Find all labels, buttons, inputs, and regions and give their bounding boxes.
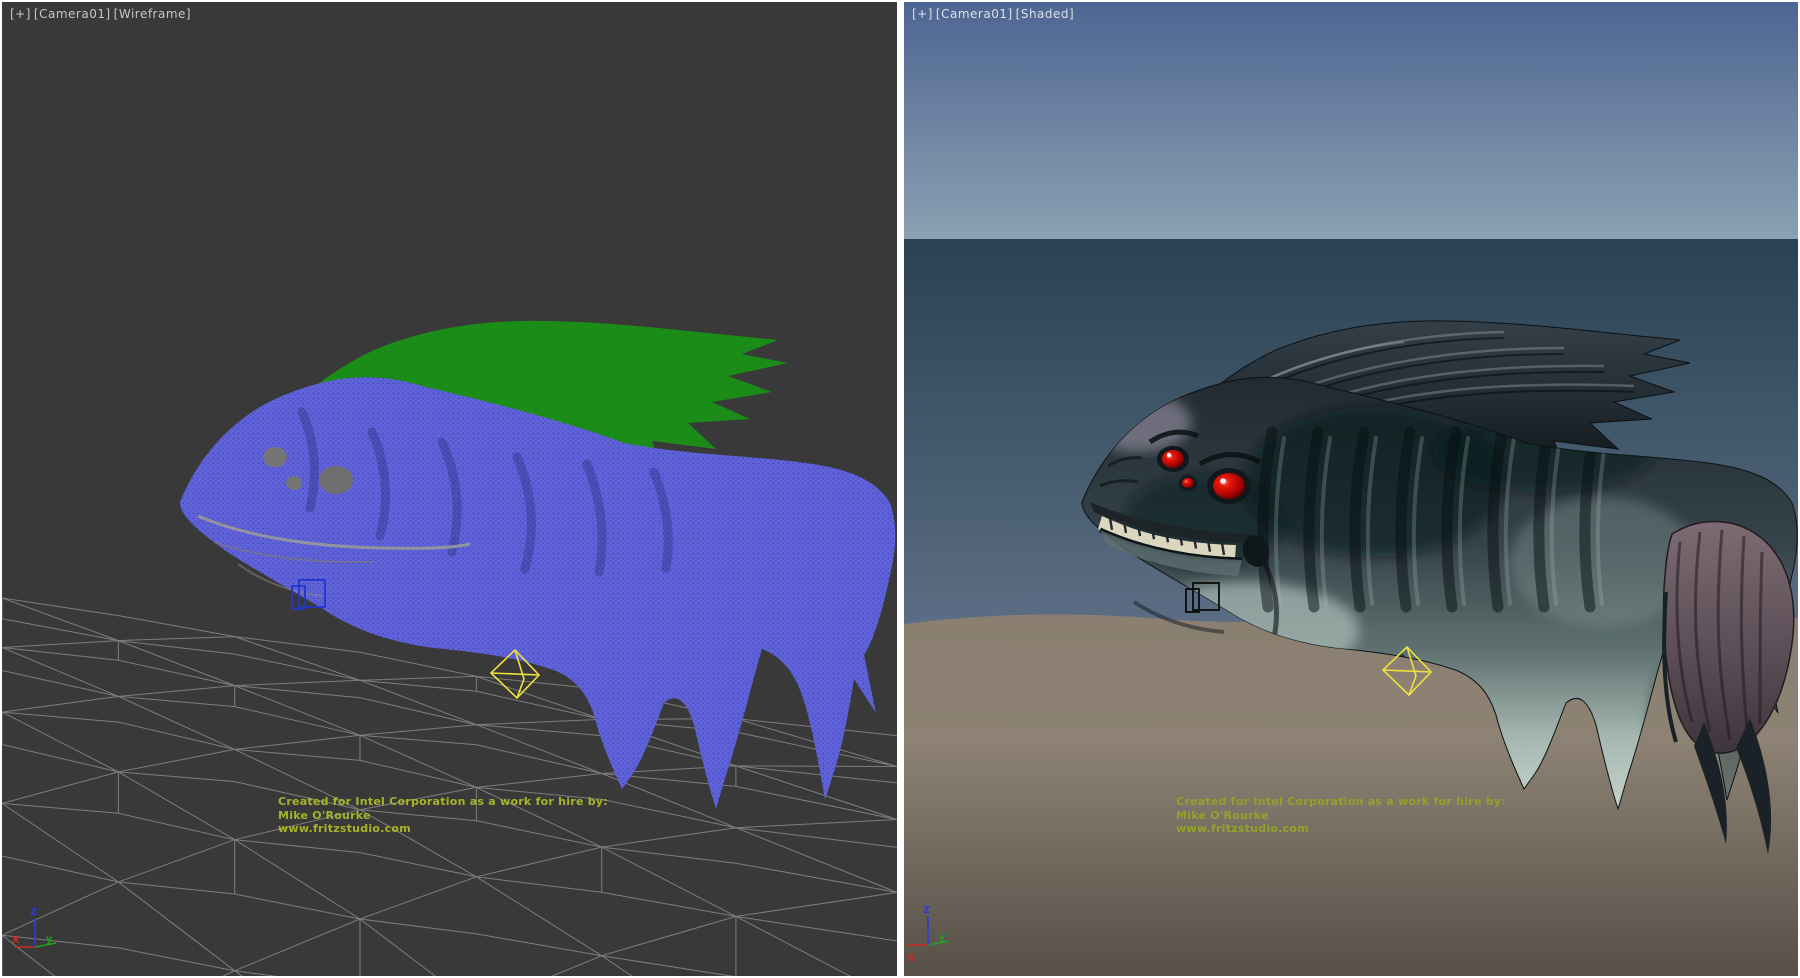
axis-z-label: Z xyxy=(30,907,37,918)
axis-x-label: X xyxy=(12,935,20,946)
axis-y-label: y xyxy=(939,932,946,943)
viewport-label: [+][Camera01][Wireframe] xyxy=(10,7,194,21)
fish-eye xyxy=(1162,450,1184,468)
fish-eye xyxy=(319,466,353,494)
viewport-general-menu[interactable]: [+] xyxy=(912,7,933,21)
axis-z-label: Z xyxy=(923,905,930,916)
viewport-shaded[interactable]: XyZ [+][Camera01][Shaded] Created for In… xyxy=(904,2,1798,976)
viewport-canvas-shaded[interactable]: Xy Z xyxy=(904,2,1798,976)
viewport-wireframe[interactable]: XyZ [+][Camera01][Wireframe] Created for… xyxy=(2,2,897,976)
fish-eye xyxy=(1182,478,1194,488)
viewport-pov-menu[interactable]: [Camera01] xyxy=(34,7,111,21)
fish-eye xyxy=(263,447,287,467)
fish-eye xyxy=(1213,473,1245,499)
viewport-shading-menu[interactable]: [Wireframe] xyxy=(114,7,191,21)
viewport-grid: XyZ [+][Camera01][Wireframe] Created for… xyxy=(0,0,1800,978)
viewport-general-menu[interactable]: [+] xyxy=(10,7,31,21)
axis-y-label: y xyxy=(46,934,53,945)
fish-eye xyxy=(286,476,302,490)
viewport-pov-menu[interactable]: [Camera01] xyxy=(936,7,1013,21)
sky xyxy=(904,2,1798,241)
viewport-label: [+][Camera01][Shaded] xyxy=(912,7,1077,21)
axis-x-label: X xyxy=(907,953,915,964)
viewport-canvas-wireframe[interactable]: Xy Z xyxy=(2,2,897,976)
viewport-shading-menu[interactable]: [Shaded] xyxy=(1016,7,1075,21)
